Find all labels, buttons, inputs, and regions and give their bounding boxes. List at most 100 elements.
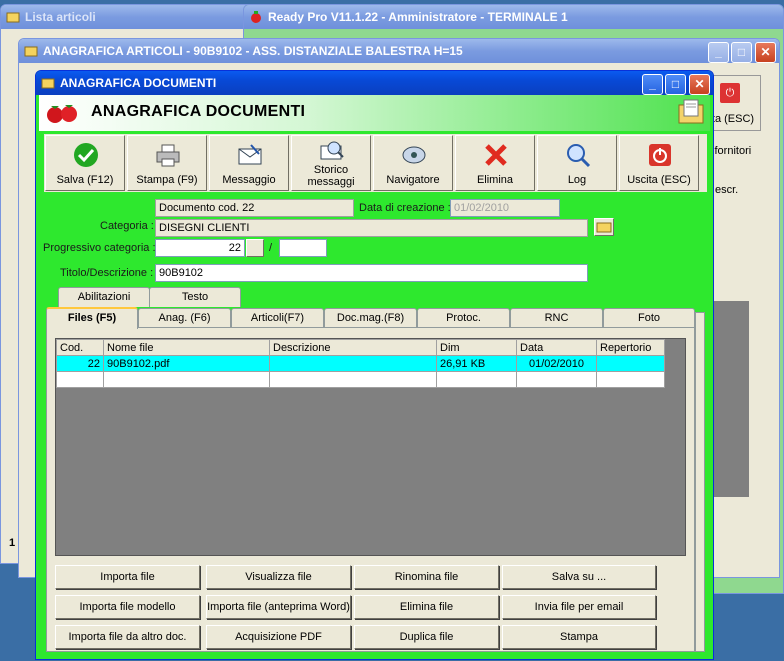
save-label: Salva (F12) xyxy=(56,174,114,186)
tab-testo[interactable]: Testo xyxy=(149,287,241,307)
minimize-button[interactable]: _ xyxy=(642,74,663,95)
tab-files[interactable]: Files (F5) xyxy=(46,307,138,329)
col-repertorio[interactable]: Repertorio xyxy=(596,339,665,356)
cell-nome-file[interactable]: 90B9102.pdf xyxy=(103,355,270,372)
minimize-button[interactable]: _ xyxy=(708,42,729,63)
progressivo-button[interactable] xyxy=(246,239,264,257)
descr-header-peek: escr. xyxy=(715,184,739,196)
envelope-icon xyxy=(238,144,262,165)
email-file-button[interactable]: Invia file per email xyxy=(502,595,656,619)
tab-protoc[interactable]: Protoc. xyxy=(417,308,510,328)
progressivo-suffix-field[interactable] xyxy=(279,239,327,257)
tab-articoli[interactable]: Articoli(F7) xyxy=(231,308,324,328)
header-banner: ANAGRAFICA DOCUMENTI xyxy=(39,95,710,131)
col-data[interactable]: Data xyxy=(516,339,597,356)
rename-file-button[interactable]: Rinomina file xyxy=(354,565,499,589)
navigator-icon xyxy=(402,146,426,164)
lista-articoli-title: Lista articoli xyxy=(25,10,96,24)
message-history-button[interactable]: Storico messaggi xyxy=(291,135,371,191)
categoria-field[interactable]: DISEGNI CLIENTI xyxy=(155,219,588,237)
table-header-row: Cod. Nome file Descrizione Dim Data Repe… xyxy=(56,339,665,356)
duplicate-file-button[interactable]: Duplica file xyxy=(354,625,499,649)
col-cod[interactable]: Cod. xyxy=(56,339,104,356)
log-button[interactable]: Log xyxy=(537,135,617,191)
folder-icon xyxy=(41,78,55,89)
anagrafica-documenti-window[interactable]: ANAGRAFICA DOCUMENTI _ □ ✕ ANAGRAFICA DO… xyxy=(35,70,714,660)
cell-empty[interactable] xyxy=(103,371,270,388)
col-descrizione[interactable]: Descrizione xyxy=(269,339,437,356)
tab-rnc[interactable]: RNC xyxy=(510,308,603,328)
delete-button[interactable]: Elimina xyxy=(455,135,535,191)
anagrafica-articoli-title: ANAGRAFICA ARTICOLI - 90B9102 - ASS. DIS… xyxy=(43,44,463,58)
delete-file-button[interactable]: Elimina file xyxy=(354,595,499,619)
files-grid[interactable]: Cod. Nome file Descrizione Dim Data Repe… xyxy=(55,338,686,556)
import-word-preview-button[interactable]: Importa file (anteprima Word) xyxy=(206,595,351,619)
progressivo-slash: / xyxy=(269,242,273,254)
tab-foto[interactable]: Foto xyxy=(603,308,695,328)
categoria-browse-button[interactable] xyxy=(594,218,614,236)
tab-docmag[interactable]: Doc.mag.(F8) xyxy=(324,308,417,328)
anagrafica-articoli-titlebar[interactable]: ANAGRAFICA ARTICOLI - 90B9102 - ASS. DIS… xyxy=(19,39,779,63)
cell-empty[interactable] xyxy=(516,371,597,388)
message-button[interactable]: Messaggio xyxy=(209,135,289,191)
printer-icon xyxy=(156,144,180,167)
print-button[interactable]: Stampa (F9) xyxy=(127,135,207,191)
message-label: Messaggio xyxy=(222,174,276,186)
table-row-empty[interactable] xyxy=(56,371,665,388)
maximize-button[interactable]: □ xyxy=(731,42,752,63)
cell-empty[interactable] xyxy=(269,371,437,388)
close-button[interactable]: ✕ xyxy=(755,42,776,63)
fornitori-tab-peek[interactable]: i fornitori xyxy=(709,145,751,157)
banner-title: ANAGRAFICA DOCUMENTI xyxy=(91,103,306,120)
log-label: Log xyxy=(567,174,587,186)
close-button[interactable]: ✕ xyxy=(689,74,710,95)
cell-data[interactable]: 01/02/2010 xyxy=(516,355,597,372)
import-other-doc-button[interactable]: Importa file da altro doc. xyxy=(55,625,200,649)
message-history-icon xyxy=(320,141,344,160)
cell-empty[interactable] xyxy=(596,371,665,388)
files-table: Cod. Nome file Descrizione Dim Data Repe… xyxy=(56,339,665,388)
delete-label: Elimina xyxy=(476,174,514,186)
table-row[interactable]: 22 90B9102.pdf 26,91 KB 01/02/2010 xyxy=(56,355,665,372)
tab-abilitazioni[interactable]: Abilitazioni xyxy=(58,287,150,307)
tab-anag[interactable]: Anag. (F6) xyxy=(138,308,231,328)
import-file-button[interactable]: Importa file xyxy=(55,565,200,589)
exit-label: Uscita (ESC) xyxy=(627,174,691,186)
delete-x-icon xyxy=(485,144,507,166)
titolo-field[interactable]: 90B9102 xyxy=(155,264,588,282)
cell-empty[interactable] xyxy=(436,371,517,388)
exit-button[interactable]: Uscita (ESC) xyxy=(619,135,699,191)
cell-empty[interactable] xyxy=(56,371,104,388)
navigator-label: Navigatore xyxy=(386,174,440,186)
creation-date-field: 01/02/2010 xyxy=(450,199,560,217)
titolo-label: Titolo/Descrizione : xyxy=(60,267,154,279)
import-template-button[interactable]: Importa file modello xyxy=(55,595,200,619)
cell-descrizione[interactable] xyxy=(269,355,437,372)
cell-repertorio[interactable] xyxy=(596,355,665,372)
document-code: Documento cod. 22 xyxy=(155,199,354,217)
view-file-button[interactable]: Visualizza file xyxy=(206,565,351,589)
print-files-button[interactable]: Stampa xyxy=(502,625,656,649)
readypro-title: Ready Pro V11.1.22 - Amministratore - TE… xyxy=(268,10,568,24)
acquire-pdf-button[interactable]: Acquisizione PDF xyxy=(206,625,351,649)
save-button[interactable]: Salva (F12) xyxy=(45,135,125,191)
col-dim[interactable]: Dim xyxy=(436,339,517,356)
files-panel: Cod. Nome file Descrizione Dim Data Repe… xyxy=(46,327,695,652)
checkmark-icon xyxy=(74,143,98,167)
lista-articoli-titlebar[interactable]: Lista articoli xyxy=(1,5,259,29)
save-to-button[interactable]: Salva su ... xyxy=(502,565,656,589)
print-label: Stampa (F9) xyxy=(136,174,198,186)
message-history-label: Storico messaggi xyxy=(307,164,355,188)
cell-cod[interactable]: 22 xyxy=(56,355,104,372)
creation-date-label: Data di creazione : xyxy=(359,202,451,214)
document-folder-icon xyxy=(678,99,704,124)
folder-icon xyxy=(24,46,38,57)
maximize-button[interactable]: □ xyxy=(665,74,686,95)
cell-dim[interactable]: 26,91 KB xyxy=(436,355,517,372)
navigator-button[interactable]: Navigatore xyxy=(373,135,453,191)
readypro-titlebar[interactable]: Ready Pro V11.1.22 - Amministratore - TE… xyxy=(244,5,783,29)
col-nome-file[interactable]: Nome file xyxy=(103,339,270,356)
strawberry-icon xyxy=(251,11,261,23)
progressivo-field[interactable]: 22 xyxy=(155,239,245,257)
anagrafica-documenti-titlebar[interactable]: ANAGRAFICA DOCUMENTI _ □ ✕ xyxy=(36,71,713,95)
